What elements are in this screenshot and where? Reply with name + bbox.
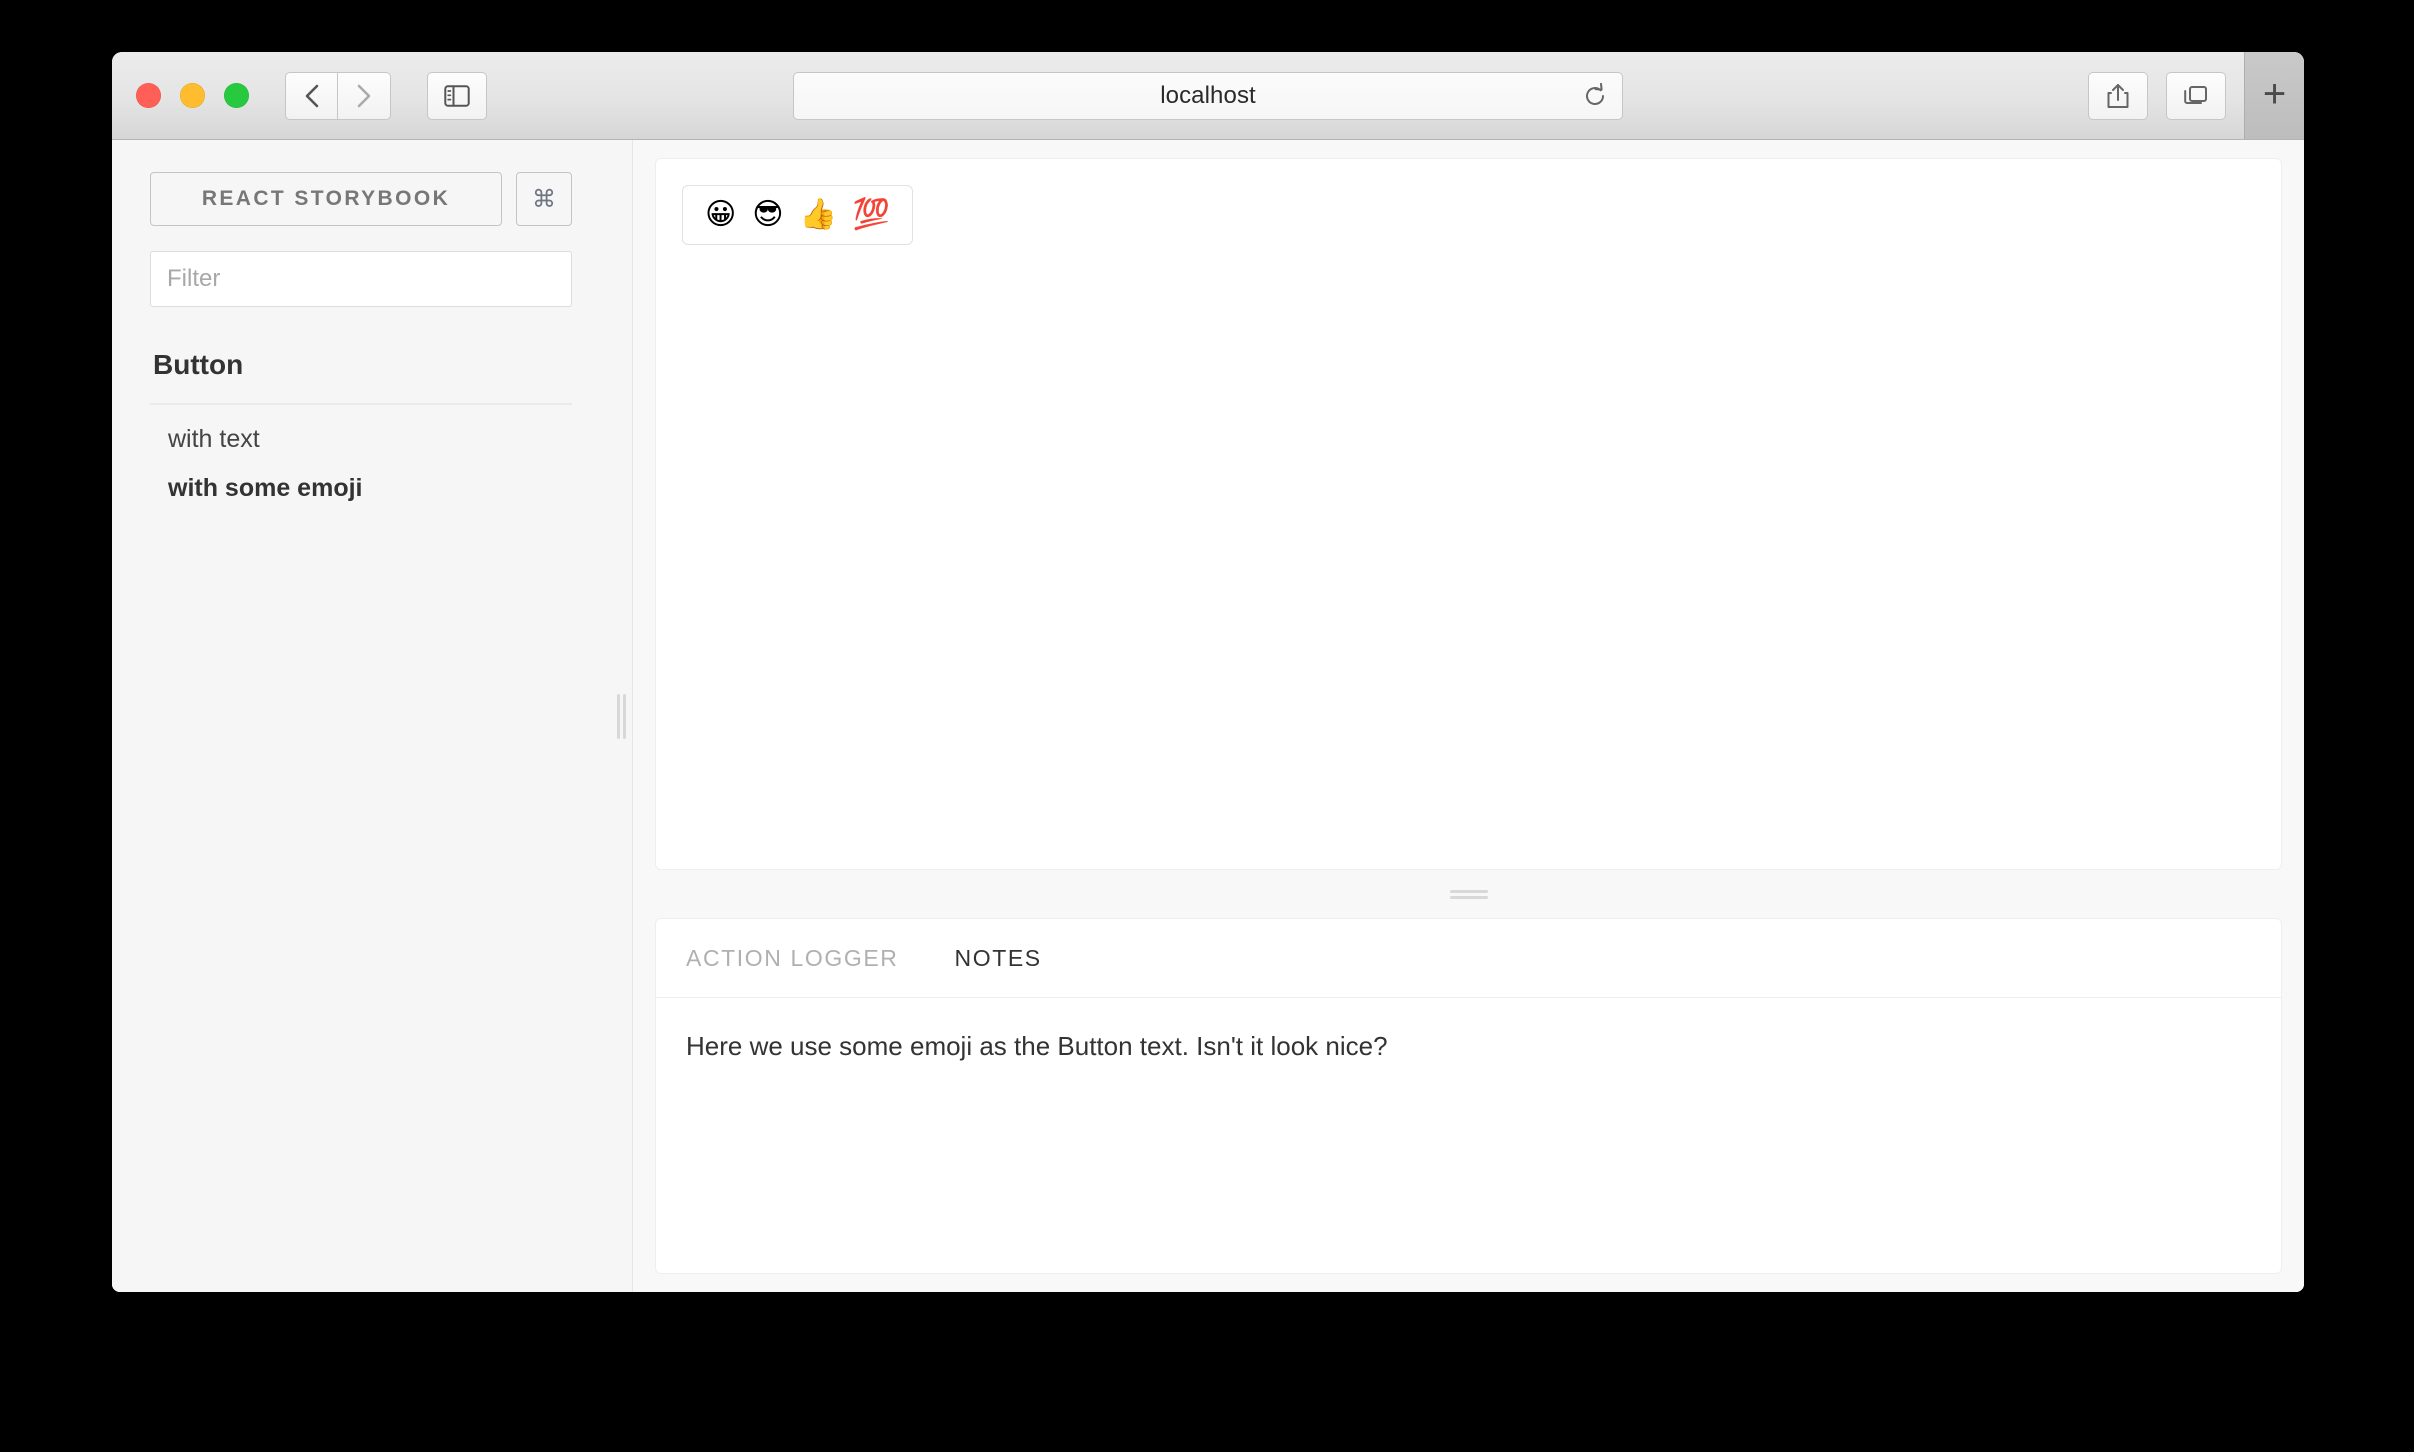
sidebar-resize-handle[interactable] [610,140,633,1292]
addon-tabbar: ACTION LOGGER NOTES [656,919,2281,998]
show-all-tabs-button[interactable] [2166,71,2226,120]
browser-toolbar: localhost + [112,52,2304,140]
reload-icon[interactable] [1582,82,1608,109]
story-kind-title: Button [153,349,244,380]
filter-input[interactable] [150,251,572,307]
tab-notes[interactable]: NOTES [955,945,1042,972]
story-preview-panel: 😀 😎 👍 💯 [655,158,2282,870]
story-item-with-text[interactable]: with text [150,405,572,454]
new-tab-button[interactable]: + [2244,52,2304,139]
close-window-button[interactable] [136,83,161,108]
sidebar-toggle-icon [444,84,470,108]
chevron-right-icon [354,82,374,110]
storybook-brand: REACT STORYBOOK [150,172,502,226]
emoji-button[interactable]: 😀 😎 👍 💯 [682,185,914,245]
storybook-sidebar: REACT STORYBOOK ⌘ Button with text with … [112,140,610,1292]
chevron-left-icon [302,82,322,110]
sidebar-toggle-button[interactable] [427,71,487,120]
forward-button[interactable] [338,71,391,120]
navigation-buttons [285,71,391,120]
notes-text: Here we use some emoji as the Button tex… [686,1031,1388,1061]
address-bar-text: localhost [1160,81,1256,109]
address-bar-container: localhost [793,71,1623,120]
storybook-app: REACT STORYBOOK ⌘ Button with text with … [112,140,2304,1292]
shortcuts-button[interactable]: ⌘ [516,172,572,226]
story-item-with-some-emoji[interactable]: with some emoji [150,454,572,503]
minimize-window-button[interactable] [180,83,205,108]
story-kind-button: Button with text with some emoji [150,349,572,503]
command-key-icon: ⌘ [532,185,556,213]
storybook-main: 😀 😎 👍 💯 ACTION LOGGER NOTES Here we use … [633,140,2304,1292]
panel-resize-handle[interactable] [655,870,2282,918]
zoom-window-button[interactable] [224,83,249,108]
grinning-face-icon: 😀 [705,197,737,232]
horizontal-grip-icon [1449,889,1488,899]
back-button[interactable] [285,71,338,120]
sidebar-header: REACT STORYBOOK ⌘ [150,172,572,226]
window-controls [136,83,249,108]
show-all-tabs-icon [2183,84,2209,108]
addon-panel: ACTION LOGGER NOTES Here we use some emo… [655,918,2282,1274]
thumbs-up-icon: 👍 [799,197,837,232]
toolbar-right-group: + [2070,52,2304,139]
browser-window: localhost + REACT STORYBOOK ⌘ Filter But… [112,52,2304,1292]
share-icon [2106,82,2130,110]
notes-content: Here we use some emoji as the Button tex… [656,998,2281,1273]
hundred-points-icon: 💯 [852,197,891,232]
tab-action-logger[interactable]: ACTION LOGGER [686,945,899,972]
share-button[interactable] [2088,71,2148,120]
sunglasses-face-icon: 😎 [752,197,784,232]
address-bar[interactable]: localhost [793,71,1623,120]
vertical-grip-icon [616,693,626,739]
